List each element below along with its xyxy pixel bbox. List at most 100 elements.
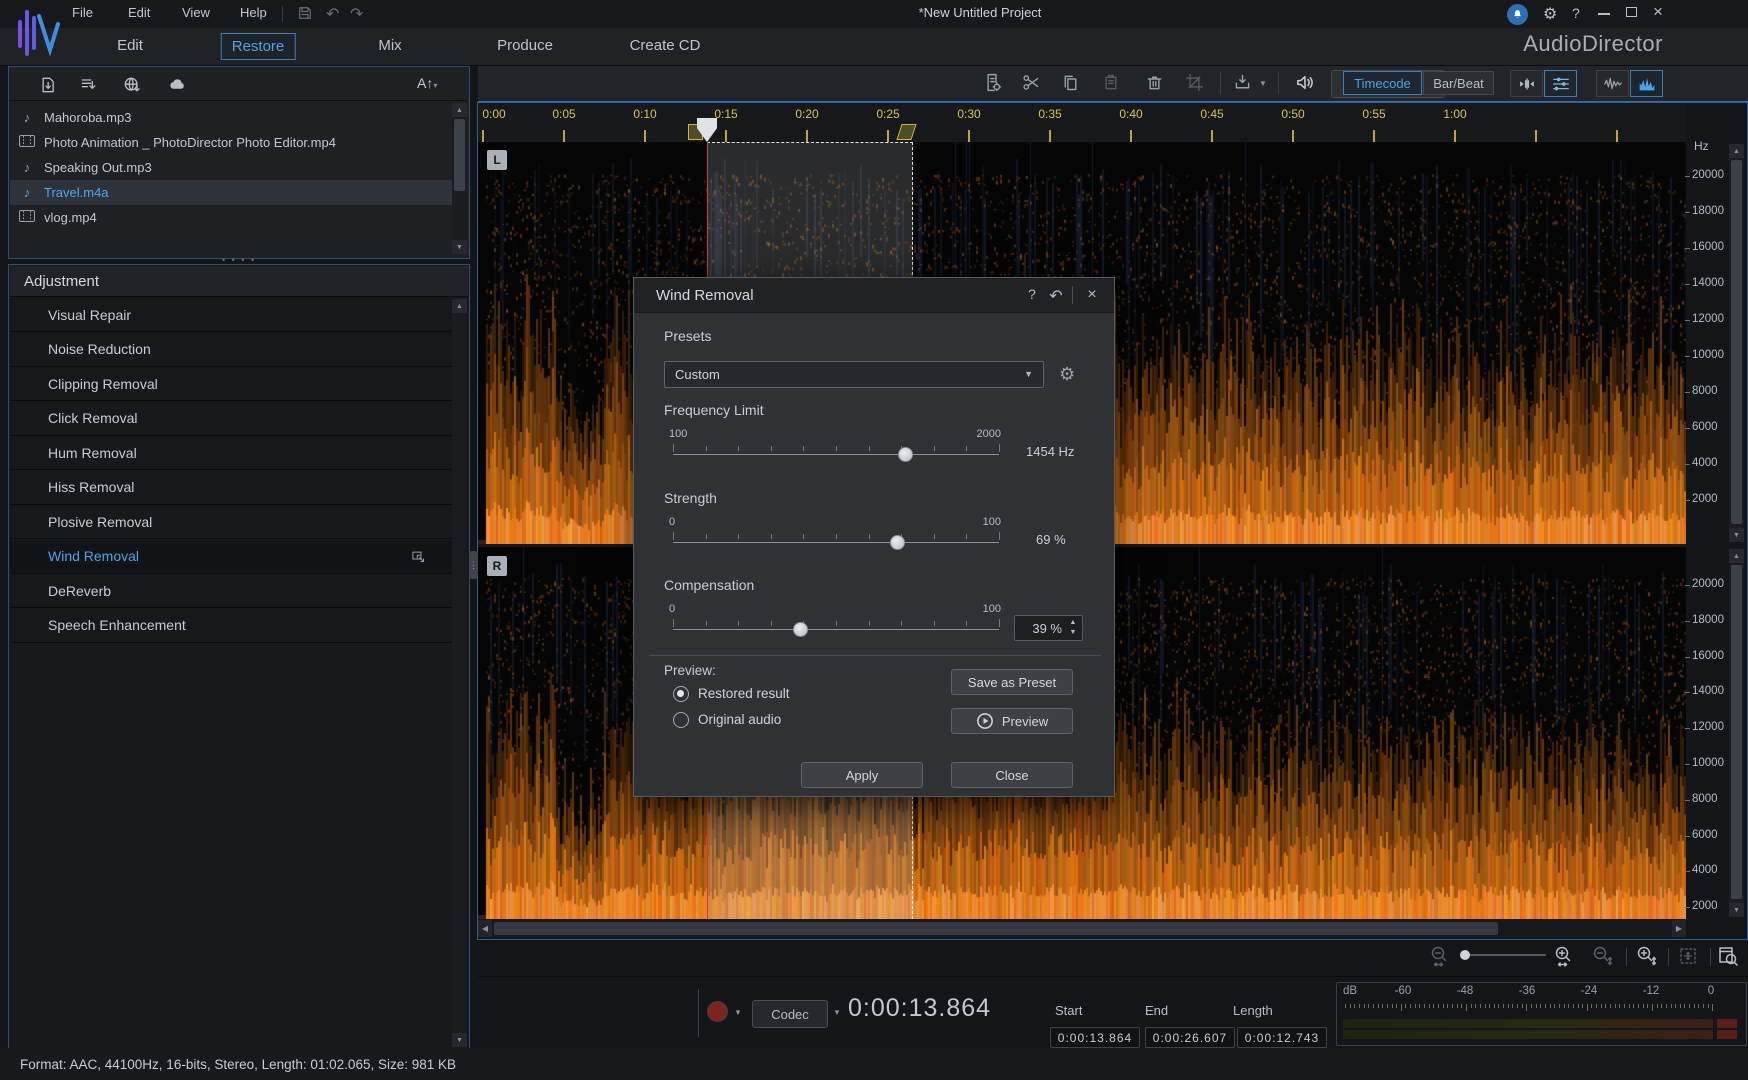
tab-edit[interactable]: Edit: [107, 33, 153, 58]
close-button[interactable]: Close: [951, 762, 1073, 788]
zoom-out-vertical-icon[interactable]: [1590, 944, 1614, 973]
field-value-length[interactable]: 0:00:12.743: [1237, 1027, 1327, 1048]
adjustment-item-hum-removal[interactable]: Hum Removal: [10, 436, 454, 470]
preview-button[interactable]: Preview: [951, 708, 1073, 734]
apply-button[interactable]: Apply: [801, 762, 923, 788]
undo-icon[interactable]: ↶: [326, 4, 339, 24]
mixer-view-icon[interactable]: [1544, 70, 1577, 97]
scroll-up-icon[interactable]: ▲: [1729, 549, 1744, 563]
tab-produce[interactable]: Produce: [487, 33, 563, 58]
slider-handle-compensation[interactable]: [793, 622, 808, 637]
preset-settings-gear-icon[interactable]: ⚙: [1059, 364, 1075, 385]
field-value-end[interactable]: 0:00:26.607: [1145, 1027, 1235, 1048]
slider-handle-strength[interactable]: [890, 535, 905, 550]
tab-create-cd[interactable]: Create CD: [620, 33, 711, 58]
adjustment-item-hiss-removal[interactable]: Hiss Removal: [10, 471, 454, 505]
adjustment-item-speech-enhancement[interactable]: Speech Enhancement: [10, 609, 454, 643]
zoom-slider-knob[interactable]: [1460, 950, 1470, 960]
timecode-toggle[interactable]: Timecode: [1343, 71, 1422, 95]
dialog-help-icon[interactable]: ?: [1022, 286, 1042, 302]
codec-caret-icon[interactable]: ▼: [833, 1008, 841, 1017]
library-file-row[interactable]: vlog.mp4: [10, 205, 453, 230]
scroll-up-icon[interactable]: ▲: [452, 299, 467, 313]
zoom-out-horizontal-icon[interactable]: [1428, 944, 1452, 973]
zoom-slider-track[interactable]: [1462, 954, 1546, 956]
scroll-up-icon[interactable]: ▲: [452, 103, 467, 117]
library-scroll-thumb[interactable]: [454, 119, 465, 191]
record-button[interactable]: [707, 1001, 728, 1022]
radio-restored-result[interactable]: [673, 686, 689, 702]
copy-icon[interactable]: [1058, 69, 1082, 96]
left-channel-scrollbar[interactable]: ▲▼: [1729, 144, 1744, 542]
horizontal-scrollbar[interactable]: ◀▶: [478, 920, 1686, 937]
adjustment-item-dereverb[interactable]: DeReverb: [10, 574, 454, 608]
slider-track-compensation[interactable]: [673, 629, 999, 630]
menu-file[interactable]: File: [72, 5, 93, 20]
adjustment-item-wind-removal[interactable]: Wind Removal: [10, 540, 454, 574]
tab-mix[interactable]: Mix: [368, 33, 411, 58]
spectral-view-icon[interactable]: [1630, 70, 1663, 97]
notifications-bell-icon[interactable]: [1507, 4, 1528, 25]
dialog-close-icon[interactable]: ×: [1082, 286, 1102, 304]
help-icon[interactable]: ?: [1572, 5, 1580, 21]
timeline-ruler[interactable]: 0:000:050:100:150:200:250:300:350:400:45…: [478, 103, 1686, 143]
scroll-down-icon[interactable]: ▼: [1729, 903, 1744, 917]
adjustment-item-clipping-removal[interactable]: Clipping Removal: [10, 367, 454, 401]
dialog-reset-icon[interactable]: ↶: [1046, 286, 1066, 306]
adjustment-item-click-removal[interactable]: Click Removal: [10, 402, 454, 436]
minimize-icon[interactable]: [1598, 13, 1610, 15]
horizontal-scroll-thumb[interactable]: [494, 922, 1498, 935]
scroll-right-icon[interactable]: ▶: [1672, 920, 1686, 937]
settings-gear-icon[interactable]: ⚙: [1543, 4, 1557, 24]
cut-icon[interactable]: [1019, 69, 1043, 96]
presets-dropdown[interactable]: Custom ▼: [664, 361, 1044, 388]
maximize-icon[interactable]: [1626, 7, 1637, 17]
properties-icon[interactable]: [980, 69, 1004, 96]
compensation-spinner[interactable]: 39 % ▲ ▼: [1014, 615, 1083, 641]
batch-import-icon[interactable]: [79, 75, 99, 100]
adjustment-item-visual-repair[interactable]: Visual Repair: [10, 298, 454, 332]
slider-handle-frequency-limit[interactable]: [898, 447, 913, 462]
channel-splitter-handle[interactable]: ⋮: [469, 551, 478, 579]
close-window-icon[interactable]: ×: [1653, 2, 1663, 22]
adjustment-item-plosive-removal[interactable]: Plosive Removal: [10, 505, 454, 539]
scroll-down-icon[interactable]: ▼: [452, 240, 467, 254]
scroll-down-icon[interactable]: ▼: [452, 1033, 467, 1047]
cloud-library-icon[interactable]: [167, 75, 187, 100]
slider-track-frequency-limit[interactable]: [673, 454, 999, 455]
marker-icon[interactable]: [1230, 69, 1254, 96]
pan-view-icon[interactable]: [1676, 944, 1700, 973]
radio-original-audio[interactable]: [673, 712, 689, 728]
paste-icon[interactable]: [1098, 69, 1122, 96]
slider-track-strength[interactable]: [673, 542, 999, 543]
record-caret-icon[interactable]: ▼: [734, 1008, 742, 1017]
adjustment-scrollbar[interactable]: ▲▼: [452, 299, 467, 1047]
text-size-button[interactable]: A↑▾: [417, 75, 437, 91]
scroll-thumb[interactable]: [1731, 160, 1742, 524]
selection-end-flag[interactable]: [896, 124, 916, 140]
time-stretch-view-icon[interactable]: [1510, 70, 1543, 97]
library-file-row[interactable]: ♪Speaking Out.mp3: [10, 155, 453, 180]
save-icon[interactable]: [296, 4, 314, 27]
marker-caret-icon[interactable]: ▼: [1259, 79, 1267, 88]
library-file-row[interactable]: ♪Travel.m4a: [10, 180, 453, 205]
redo-icon[interactable]: ↷: [350, 4, 363, 24]
delete-icon[interactable]: [1142, 69, 1166, 96]
import-media-icon[interactable]: [39, 75, 59, 100]
library-file-row[interactable]: ♪Mahoroba.mp3: [10, 105, 453, 130]
tab-restore[interactable]: Restore: [221, 33, 296, 60]
download-from-web-icon[interactable]: [122, 75, 142, 100]
bar-beat-toggle[interactable]: Bar/Beat: [1423, 71, 1494, 95]
surround-audio-icon[interactable]: [1288, 69, 1320, 96]
menu-edit[interactable]: Edit: [128, 5, 150, 20]
zoom-in-horizontal-icon[interactable]: [1552, 944, 1576, 973]
spinner-down-icon[interactable]: ▼: [1067, 629, 1079, 636]
waveform-view-icon[interactable]: [1596, 70, 1629, 97]
scroll-thumb[interactable]: [1731, 565, 1742, 899]
scroll-left-icon[interactable]: ◀: [478, 920, 492, 937]
spinner-up-icon[interactable]: ▲: [1067, 619, 1079, 626]
save-as-preset-button[interactable]: Save as Preset: [951, 669, 1073, 695]
zoom-to-selection-icon[interactable]: [1716, 944, 1740, 973]
zoom-in-vertical-icon[interactable]: [1634, 944, 1658, 973]
right-channel-scrollbar[interactable]: ▲▼: [1729, 549, 1744, 917]
